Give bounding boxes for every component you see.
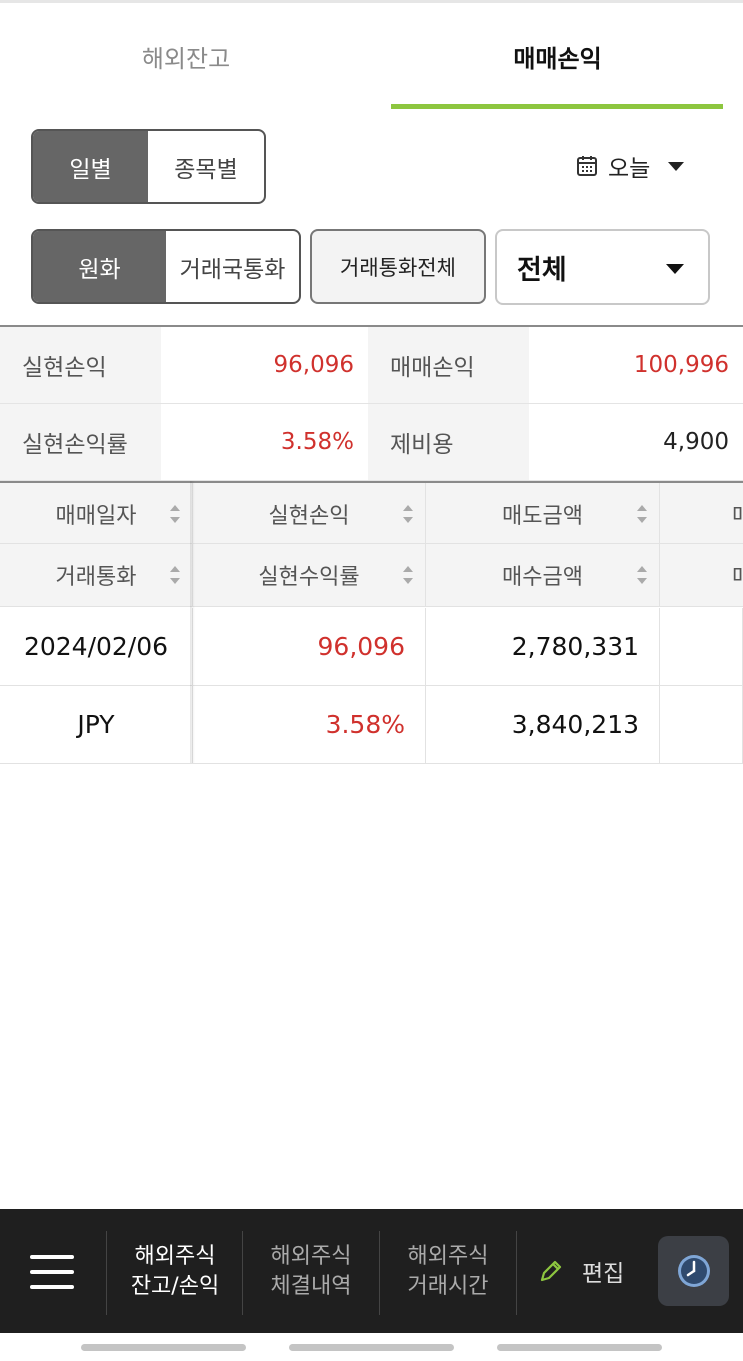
- tab-trade-profit-loss[interactable]: 매매손익: [372, 3, 743, 109]
- hamburger-menu-icon[interactable]: [30, 1255, 74, 1289]
- sort-icon: [170, 566, 180, 584]
- header-label: 실현손익: [268, 504, 350, 529]
- daily-toggle-button[interactable]: 일별: [33, 131, 148, 202]
- tab-bar: 해외잔고 매매손익: [0, 3, 743, 109]
- gesture-pill: [81, 1344, 246, 1351]
- table-row[interactable]: JPY 3.58% 3,840,213: [0, 686, 743, 764]
- calendar-icon: [577, 156, 597, 176]
- pencil-icon: [540, 1260, 562, 1282]
- clock-icon: [677, 1255, 710, 1287]
- header-truncated[interactable]: 매: [660, 483, 743, 545]
- header-truncated[interactable]: 매: [660, 544, 743, 606]
- nav-divider: [379, 1231, 380, 1315]
- truncated-cell: [660, 686, 743, 763]
- truncated-cell: [660, 608, 743, 685]
- by-stock-toggle-button[interactable]: 종목별: [148, 131, 264, 202]
- nav-label: 해외주식: [407, 1244, 489, 1269]
- header-realized-pl[interactable]: 실현손익: [193, 483, 426, 545]
- recent-history-button[interactable]: [658, 1236, 729, 1306]
- nav-label: 체결내역: [270, 1274, 352, 1299]
- nav-label: 잔고/손익: [130, 1274, 220, 1299]
- category-select-value: 전체: [517, 254, 567, 286]
- realized-pl-cell: 96,096: [193, 608, 426, 685]
- header-sell-amount[interactable]: 매도금액: [426, 483, 660, 545]
- active-tab-indicator: [391, 104, 723, 109]
- sort-icon: [403, 505, 413, 523]
- krw-toggle-button[interactable]: 원화: [33, 231, 166, 302]
- system-gesture-bar: [0, 1333, 743, 1361]
- currency-toggle: 원화 거래국통화: [31, 229, 301, 304]
- buy-amount-cell: 3,840,213: [426, 686, 660, 763]
- table-header-row: 매매일자 실현손익 매도금액 매: [0, 481, 743, 545]
- chevron-down-icon: [668, 161, 685, 171]
- header-label: 매매일자: [55, 504, 137, 529]
- edit-button[interactable]: 편집: [538, 1249, 624, 1293]
- header-trade-currency[interactable]: 거래통화: [0, 544, 193, 606]
- fees-label: 제비용: [368, 404, 529, 480]
- sell-amount-cell: 2,780,331: [426, 608, 660, 685]
- nav-label: 해외주식: [134, 1244, 216, 1269]
- frozen-column-shadow: [190, 481, 195, 763]
- table-header-row: 거래통화 실현수익률 매수금액 매: [0, 544, 743, 607]
- trade-pl-label: 매매손익: [368, 327, 529, 403]
- sort-icon: [170, 505, 180, 523]
- header-realized-rate[interactable]: 실현수익률: [193, 544, 426, 606]
- nav-label: 거래시간: [407, 1274, 489, 1299]
- bottom-nav: 해외주식 잔고/손익 해외주식 체결내역 해외주식 거래시간 편집: [0, 1209, 743, 1333]
- all-trade-currency-button[interactable]: 거래통화전체: [310, 229, 486, 304]
- gesture-pill: [497, 1344, 662, 1351]
- category-select[interactable]: 전체: [495, 229, 710, 305]
- fees-value: 4,900: [529, 404, 743, 480]
- summary-row: 실현손익률 3.58% 제비용 4,900: [0, 404, 743, 481]
- trade-currency-cell: JPY: [0, 686, 193, 763]
- sort-icon: [637, 505, 647, 523]
- nav-overseas-executions[interactable]: 해외주식 체결내역: [244, 1237, 378, 1307]
- nav-divider: [516, 1231, 517, 1315]
- nav-label: 해외주식: [270, 1244, 352, 1269]
- realized-pl-value: 96,096: [161, 327, 368, 403]
- chevron-down-icon: [666, 264, 684, 274]
- date-filter-label: 오늘: [608, 156, 651, 182]
- summary-panel: 실현손익 96,096 매매손익 100,996 실현손익률 3.58% 제비용…: [0, 325, 743, 481]
- header-trade-date[interactable]: 매매일자: [0, 483, 193, 545]
- sort-icon: [637, 566, 647, 584]
- period-toggle: 일별 종목별: [31, 129, 266, 204]
- gesture-pill: [289, 1344, 454, 1351]
- sort-icon: [403, 566, 413, 584]
- realized-pl-label: 실현손익: [0, 327, 161, 403]
- trade-pl-value: 100,996: [529, 327, 743, 403]
- realized-rate-cell: 3.58%: [193, 686, 426, 763]
- nav-divider: [106, 1231, 107, 1315]
- summary-row: 실현손익 96,096 매매손익 100,996: [0, 327, 743, 404]
- date-filter-dropdown[interactable]: 오늘: [576, 142, 716, 190]
- nav-overseas-balance-pl[interactable]: 해외주식 잔고/손익: [108, 1237, 242, 1307]
- edit-label: 편집: [582, 1261, 625, 1287]
- trade-date-cell: 2024/02/06: [0, 608, 193, 685]
- local-currency-toggle-button[interactable]: 거래국통화: [166, 231, 299, 302]
- nav-divider: [242, 1231, 243, 1315]
- header-label: 거래통화: [55, 565, 137, 590]
- tab-overseas-balance[interactable]: 해외잔고: [0, 3, 372, 109]
- header-buy-amount[interactable]: 매수금액: [426, 544, 660, 606]
- realized-rate-value: 3.58%: [161, 404, 368, 480]
- realized-rate-label: 실현손익률: [0, 404, 161, 480]
- header-label: 매수금액: [502, 565, 583, 590]
- table-row[interactable]: 2024/02/06 96,096 2,780,331: [0, 608, 743, 686]
- header-label: 실현수익률: [258, 565, 360, 590]
- header-label: 매도금액: [502, 504, 583, 529]
- nav-overseas-trading-hours[interactable]: 해외주식 거래시간: [381, 1237, 515, 1307]
